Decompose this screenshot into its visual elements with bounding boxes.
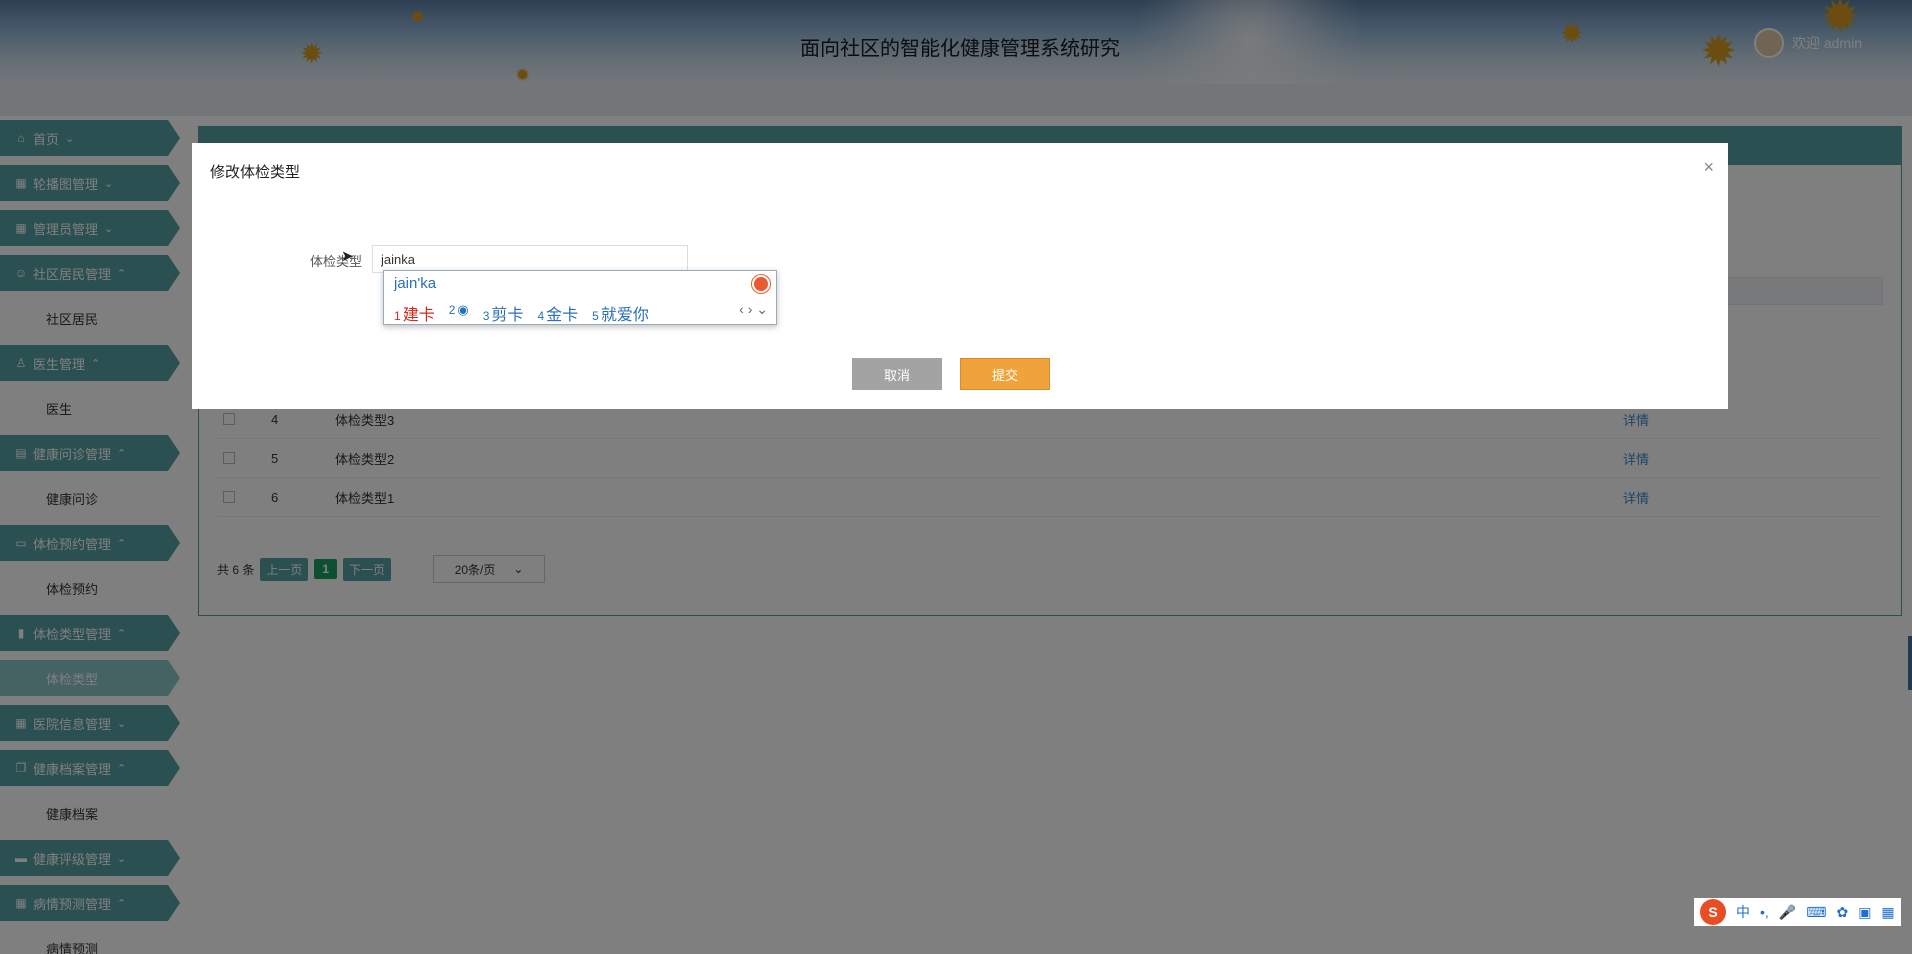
close-icon[interactable]: ×	[1703, 157, 1714, 178]
ime-pinyin: jain'ka	[394, 275, 437, 292]
ime-page-nav[interactable]: ‹ › ⌄	[739, 301, 768, 318]
toolbox-icon[interactable]: ▣	[1858, 904, 1871, 921]
ime-candidate-text: 建卡	[402, 307, 435, 324]
ime-candidate[interactable]: 3 剪卡	[483, 301, 524, 325]
ime-candidate[interactable]: 1 建卡	[394, 301, 435, 325]
ime-candidate[interactable]: 4 金卡	[537, 301, 578, 325]
sogou-logo-icon[interactable]: S	[1700, 899, 1726, 925]
type-field-label: 体检类型	[310, 254, 363, 269]
ime-candidate-index: 3	[482, 309, 490, 323]
ime-candidate-text: 剪卡	[491, 307, 524, 324]
cancel-button[interactable]: 取消	[852, 358, 942, 390]
ime-lang-toggle[interactable]: 中	[1736, 902, 1750, 922]
ime-candidate-index: 1	[394, 309, 401, 323]
eye-icon: ◉	[457, 302, 469, 317]
ime-candidate-window: jain'ka 1 建卡 2 ◉ 3 剪卡 4 金卡 5 就爱你 ‹ › ⌄	[383, 270, 777, 325]
grid-apps-icon[interactable]: ▦	[1881, 904, 1894, 921]
ime-candidate-list: 1 建卡 2 ◉ 3 剪卡 4 金卡 5 就爱你	[394, 301, 649, 325]
ime-candidate[interactable]: 5 就爱你	[592, 301, 649, 325]
ime-toolbar: S 中 •, 🎤 ⌨ ✿ ▣ ▦	[1694, 898, 1901, 926]
microphone-icon[interactable]: 🎤	[1779, 904, 1796, 921]
submit-button[interactable]: 提交	[960, 358, 1050, 390]
keyboard-icon[interactable]: ⌨	[1806, 904, 1826, 921]
skin-icon[interactable]: ✿	[1836, 904, 1848, 921]
ime-candidate[interactable]: 2 ◉	[449, 301, 469, 325]
type-input[interactable]	[372, 245, 688, 273]
ime-candidate-text: 金卡	[546, 307, 579, 324]
mouse-cursor-icon: ➤	[341, 248, 354, 265]
dialog-title: 修改体检类型	[210, 164, 301, 181]
ime-candidate-index: 4	[537, 309, 545, 323]
ime-skin-icon[interactable]	[752, 275, 770, 293]
ime-candidate-text: 就爱你	[600, 307, 649, 324]
ime-candidate-index: 2	[448, 303, 456, 317]
ime-candidate-index: 5	[592, 309, 599, 323]
scroll-handle[interactable]	[1908, 636, 1912, 690]
punctuation-icon[interactable]: •,	[1760, 904, 1769, 920]
